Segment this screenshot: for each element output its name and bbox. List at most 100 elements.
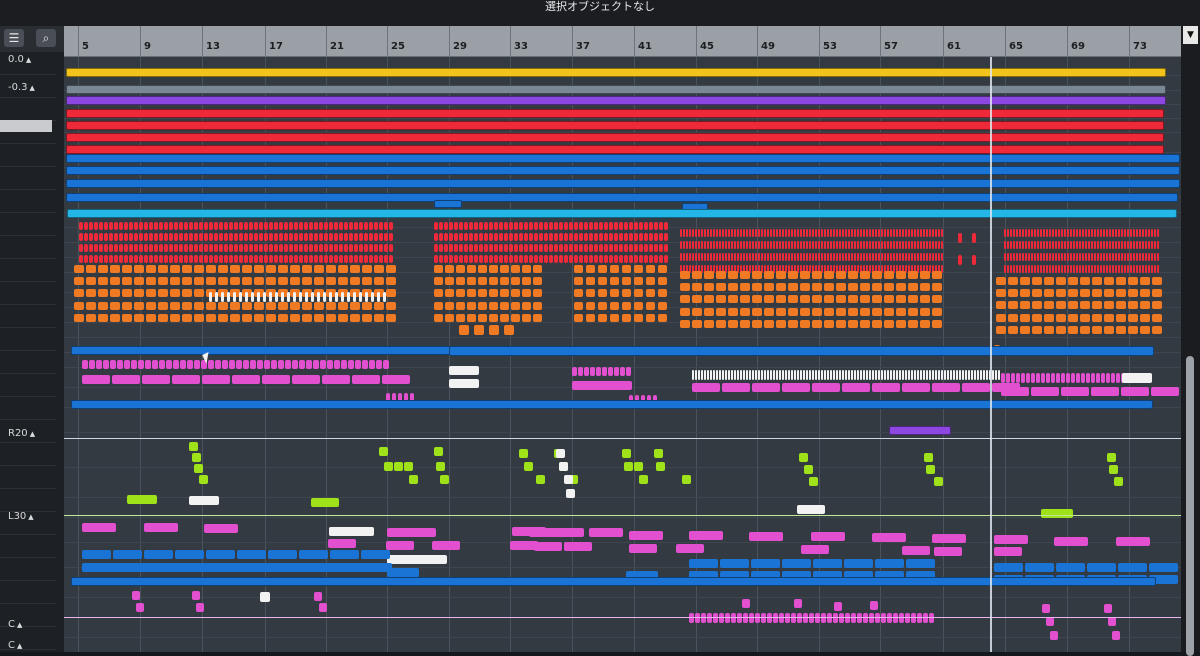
note-red[interactable] <box>923 241 925 249</box>
note-red[interactable] <box>902 241 904 249</box>
note-red[interactable] <box>839 241 841 249</box>
note-red[interactable] <box>614 244 618 252</box>
note-red[interactable] <box>524 255 528 263</box>
note-red[interactable] <box>524 233 528 241</box>
note-orange[interactable] <box>338 265 348 273</box>
note-red[interactable] <box>1055 253 1057 261</box>
note-red[interactable] <box>1130 229 1132 237</box>
note-red[interactable] <box>84 233 88 241</box>
note-pink[interactable] <box>749 532 783 541</box>
note-red[interactable] <box>494 222 498 230</box>
note-red[interactable] <box>114 255 118 263</box>
note-red[interactable] <box>872 241 874 249</box>
note-red[interactable] <box>119 255 123 263</box>
note-orange[interactable] <box>932 308 942 316</box>
note-red[interactable] <box>710 253 712 261</box>
note-red[interactable] <box>374 244 378 252</box>
note-red[interactable] <box>514 222 518 230</box>
note-orange[interactable] <box>896 320 906 328</box>
note-red[interactable] <box>1097 241 1099 249</box>
note-red[interactable] <box>199 222 203 230</box>
note-white[interactable] <box>959 370 961 380</box>
note-pink[interactable] <box>376 360 382 369</box>
note-red[interactable] <box>574 233 578 241</box>
note-white[interactable] <box>221 292 224 302</box>
note-red[interactable] <box>761 241 763 249</box>
note-pink[interactable] <box>1001 387 1029 396</box>
note-red[interactable] <box>194 233 198 241</box>
note-orange[interactable] <box>146 289 156 297</box>
note-red[interactable] <box>484 222 488 230</box>
note-red[interactable] <box>594 255 598 263</box>
note-red[interactable] <box>734 241 736 249</box>
note-red[interactable] <box>634 244 638 252</box>
note-blue[interactable] <box>1087 563 1116 572</box>
note-white[interactable] <box>830 370 832 380</box>
note-orange[interactable] <box>716 295 726 303</box>
note-red[interactable] <box>329 244 333 252</box>
note-red[interactable] <box>164 244 168 252</box>
note-white[interactable] <box>821 370 823 380</box>
note-red[interactable] <box>1112 253 1114 261</box>
note-pink[interactable] <box>432 541 460 550</box>
note-white[interactable] <box>881 370 883 380</box>
note-pink[interactable] <box>262 375 290 384</box>
note-orange[interactable] <box>884 283 894 291</box>
note-red[interactable] <box>259 222 263 230</box>
note-white[interactable] <box>800 370 802 380</box>
note-pink[interactable] <box>742 599 750 608</box>
note-red[interactable] <box>489 255 493 263</box>
note-orange[interactable] <box>1056 301 1066 309</box>
note-orange[interactable] <box>478 277 487 285</box>
note-red[interactable] <box>579 255 583 263</box>
note-red[interactable] <box>459 233 463 241</box>
note-orange[interactable] <box>110 265 120 273</box>
note-pink[interactable] <box>194 360 200 369</box>
note-red[interactable] <box>788 241 790 249</box>
note-red[interactable] <box>1091 241 1093 249</box>
note-blue[interactable] <box>82 550 111 559</box>
note-white[interactable] <box>833 370 835 380</box>
note-red[interactable] <box>806 253 808 261</box>
note-red[interactable] <box>619 222 623 230</box>
note-red[interactable] <box>484 244 488 252</box>
note-red[interactable] <box>479 244 483 252</box>
dropdown-icon[interactable]: ▼ <box>1183 26 1198 44</box>
note-pink[interactable] <box>124 360 130 369</box>
note-red[interactable] <box>860 229 862 237</box>
note-orange[interactable] <box>1020 326 1030 334</box>
note-red[interactable] <box>124 233 128 241</box>
note-red[interactable] <box>79 255 83 263</box>
note-orange[interactable] <box>266 314 276 322</box>
note-orange[interactable] <box>574 302 583 310</box>
note-red[interactable] <box>737 241 739 249</box>
note-red[interactable] <box>1091 265 1093 273</box>
note-orange[interactable] <box>533 265 542 273</box>
note-red[interactable] <box>1067 253 1069 261</box>
note-red[interactable] <box>737 253 739 261</box>
note-orange[interactable] <box>932 283 942 291</box>
note-orange[interactable] <box>98 302 108 310</box>
note-orange[interactable] <box>1152 289 1162 297</box>
note-red[interactable] <box>1151 265 1153 273</box>
note-orange[interactable] <box>242 302 252 310</box>
note-red[interactable] <box>764 229 766 237</box>
note-orange[interactable] <box>860 283 870 291</box>
note-red[interactable] <box>1013 253 1015 261</box>
note-orange[interactable] <box>812 320 822 328</box>
note-red[interactable] <box>159 233 163 241</box>
note-orange[interactable] <box>242 265 252 273</box>
note-red[interactable] <box>229 244 233 252</box>
note-white[interactable] <box>851 370 853 380</box>
note-orange[interactable] <box>194 314 204 322</box>
note-orange[interactable] <box>680 271 690 279</box>
note-red[interactable] <box>584 244 588 252</box>
note-red[interactable] <box>534 244 538 252</box>
note-orange[interactable] <box>194 277 204 285</box>
note-white[interactable] <box>559 462 568 471</box>
note-orange[interactable] <box>182 265 192 273</box>
note-blue[interactable] <box>361 550 390 559</box>
note-red[interactable] <box>1049 241 1051 249</box>
note-red[interactable] <box>1079 229 1081 237</box>
note-orange[interactable] <box>290 302 300 310</box>
